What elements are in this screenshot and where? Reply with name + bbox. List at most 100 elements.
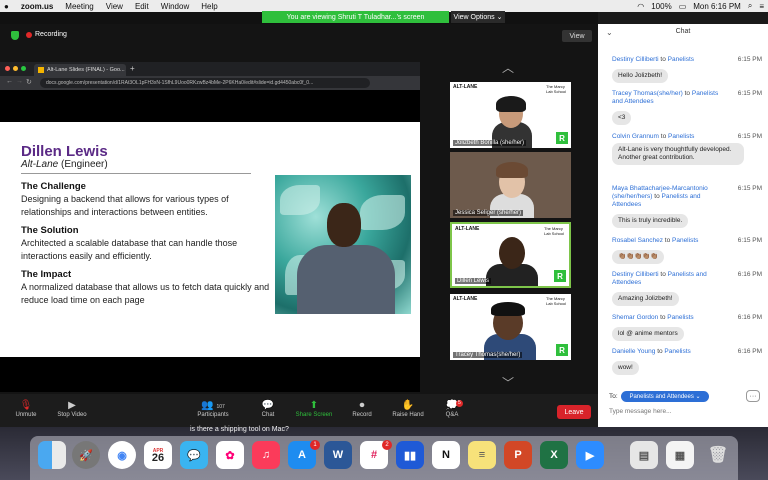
solution-body: Architected a scalable database that can… <box>21 238 238 261</box>
record-icon: ⏺ <box>359 400 365 411</box>
chat-sender[interactable]: Destiny Cilliberti <box>612 271 659 278</box>
chat-recipient: Panelists <box>667 56 695 63</box>
participant-tile-active-speaker[interactable]: ALT-LANE The Marcy Lab School R Dillen L… <box>450 222 571 288</box>
tile-r-logo: R <box>556 132 568 144</box>
chat-recipient: Panelists <box>672 237 699 244</box>
tile-school: The Marcy Lab School <box>546 296 567 306</box>
back-icon: ← <box>6 78 13 85</box>
participants-count: 107 <box>216 404 225 410</box>
chat-button[interactable]: 💬 Chat <box>248 400 288 418</box>
mail-app-icon[interactable]: ▮▮ <box>396 441 424 469</box>
chat-sender[interactable]: Rosabel Sanchez <box>612 237 663 244</box>
unmute-label: Unmute <box>15 412 37 418</box>
apple-icon[interactable]: ● <box>4 2 9 11</box>
slide-subtitle: Alt-Lane (Engineer) <box>21 159 108 170</box>
calendar-icon[interactable]: APR 26 <box>144 441 172 469</box>
clock[interactable]: Mon 6:16 PM <box>693 2 741 11</box>
chat-text: Alt-Lane is very thoughtfully developed.… <box>612 143 744 165</box>
chat-text: <3 <box>612 111 632 125</box>
unmute-button[interactable]: 🎙 Unmute <box>6 400 46 418</box>
photos-icon[interactable]: ✿ <box>216 441 244 469</box>
chat-message: Destiny Cilliberti to Panelists and Atte… <box>612 271 762 306</box>
wifi-icon[interactable]: ◠ <box>637 2 644 11</box>
raise-hand-button[interactable]: ✋ Raise Hand <box>388 400 428 418</box>
share-screen-label: Share Screen <box>295 412 333 418</box>
chat-label: Chat <box>261 412 275 418</box>
participants-button[interactable]: 👥 107 Participants <box>193 400 233 418</box>
chat-message: Colvin Grannum to Panelists 6:15 PM Alt-… <box>612 133 762 165</box>
menu-help[interactable]: Help <box>201 2 217 11</box>
trash-icon[interactable]: 🗑 <box>704 441 732 469</box>
chat-time: 6:15 PM <box>737 90 762 97</box>
screenshot-thumbnail-icon[interactable]: ▦ <box>666 441 694 469</box>
leave-button[interactable]: Leave <box>557 405 591 419</box>
scroll-down-chevron-icon[interactable]: ﹀ <box>502 374 514 391</box>
browser-tab: Alt-Lane Slides (FINAL) - Goo... <box>34 64 126 76</box>
chat-sender[interactable]: Danielle Young <box>612 348 655 355</box>
record-label: Record <box>352 412 372 418</box>
menu-view[interactable]: View <box>106 2 123 11</box>
notion-icon[interactable]: N <box>432 441 460 469</box>
chat-message: Tracey Thomas(she/her) to Panelists and … <box>612 90 762 125</box>
tile-r-logo: R <box>554 270 566 282</box>
powerpoint-icon[interactable]: P <box>504 441 532 469</box>
slide-title: Dillen Lewis <box>21 143 108 160</box>
chat-time: 6:15 PM <box>737 56 762 63</box>
share-screen-button[interactable]: ⬆ Share Screen <box>294 400 334 418</box>
video-camera-icon: ▶ <box>68 400 76 411</box>
muted-mic-icon: 🎙 <box>19 400 33 411</box>
launchpad-icon[interactable]: 🚀 <box>72 441 100 469</box>
stop-video-button[interactable]: ▶ Stop Video <box>52 400 92 418</box>
messages-icon[interactable]: 💬 <box>180 441 208 469</box>
chat-sender[interactable]: Colvin Grannum <box>612 133 659 140</box>
stickies-icon[interactable]: ≡ <box>468 441 496 469</box>
menu-meeting[interactable]: Meeting <box>65 2 93 11</box>
security-shield-icon[interactable] <box>11 31 19 40</box>
chat-message: Danielle Young to Panelists 6:16 PM wow! <box>612 348 762 375</box>
recipient-dropdown[interactable]: Panelists and Attendees ⌄ <box>621 391 709 402</box>
chat-title: Chat <box>675 28 691 35</box>
zoom-icon[interactable]: ▶ <box>576 441 604 469</box>
impact-heading: The Impact <box>21 269 72 280</box>
record-button[interactable]: ⏺ Record <box>342 400 382 418</box>
menu-window[interactable]: Window <box>161 2 189 11</box>
finder-icon[interactable] <box>38 441 66 469</box>
participant-tile[interactable]: ALT-LANE The Marcy Lab School R Jolizbet… <box>450 82 571 148</box>
participant-name: Jolizbeth Bonilla (she/her) <box>453 140 527 146</box>
participant-tile[interactable]: Jessica Seliger (she/her) <box>450 152 571 218</box>
chat-message: Maya Bhattacharjee-Marcantonio (she/her/… <box>612 185 762 228</box>
tile-school: The Marcy Lab School <box>546 84 567 94</box>
more-options-icon[interactable]: ··· <box>746 390 760 402</box>
chat-recipient: Panelists <box>664 348 691 355</box>
menu-app-name[interactable]: zoom.us <box>21 2 53 11</box>
view-button[interactable]: View <box>562 30 592 42</box>
qa-button[interactable]: 💭 Q&A <box>432 400 472 418</box>
search-icon[interactable]: ⌕ <box>748 1 752 11</box>
participant-tile[interactable]: ALT-LANE The Marcy Lab School R Tracey T… <box>450 294 571 360</box>
chat-sender[interactable]: Tracey Thomas(she/her) <box>612 90 683 97</box>
chat-message-input[interactable] <box>609 406 759 417</box>
chat-sender[interactable]: Shemar Gordon <box>612 314 658 321</box>
music-icon[interactable]: ♫ <box>252 441 280 469</box>
excel-icon[interactable]: X <box>540 441 568 469</box>
challenge-body: Designing a backend that allows for vari… <box>21 194 229 217</box>
chat-recipient: Panelists <box>668 133 695 140</box>
word-icon[interactable]: W <box>324 441 352 469</box>
control-center-icon[interactable]: ≡ <box>759 2 764 11</box>
slides-icon <box>38 67 44 73</box>
chat-message: Destiny Cilliberti to Panelists 6:15 PM … <box>612 56 762 83</box>
document-thumbnail-icon[interactable]: ▤ <box>630 441 658 469</box>
chat-sender[interactable]: Destiny Cilliberti <box>612 56 659 63</box>
chat-message: Shemar Gordon to Panelists 6:16 PM lol @… <box>612 314 762 341</box>
menu-edit[interactable]: Edit <box>135 2 149 11</box>
chrome-icon[interactable]: ◉ <box>108 441 136 469</box>
battery-percent[interactable]: 100% <box>651 2 671 11</box>
slide-role: (Engineer) <box>61 159 108 170</box>
battery-icon[interactable]: ▭ <box>679 2 687 11</box>
browser-tab-title: Alt-Lane Slides (FINAL) - Goo... <box>47 67 125 73</box>
qa-label: Q&A <box>445 412 459 418</box>
impact-body: A normalized database that allows us to … <box>21 282 270 305</box>
record-dot-icon <box>26 31 32 38</box>
scroll-up-chevron-icon[interactable]: ︿ <box>502 59 514 76</box>
view-options-button[interactable]: View Options ⌄ <box>451 11 505 23</box>
